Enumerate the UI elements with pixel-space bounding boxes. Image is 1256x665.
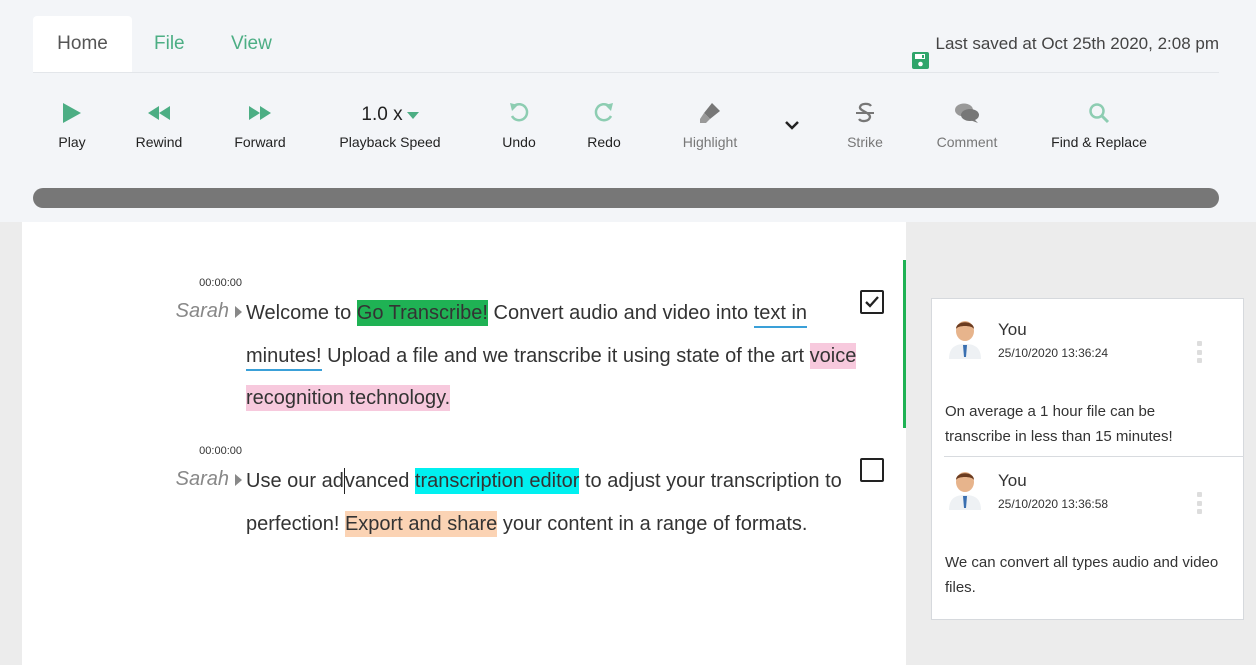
text-span: Convert audio and video into xyxy=(487,302,754,324)
comment-author: You xyxy=(998,320,1027,339)
play-icon xyxy=(62,102,82,129)
rewind-icon xyxy=(147,105,171,126)
segment-checkbox[interactable] xyxy=(860,290,884,314)
caret-down-icon xyxy=(406,111,419,119)
transcript-editor[interactable]: 00:00:00 Sarah Welcome to Go Transcribe!… xyxy=(22,222,906,665)
find-replace-button[interactable]: Find & Replace xyxy=(1046,100,1152,162)
comment-text: We can convert all types audio and video… xyxy=(945,554,1219,596)
text-span: Upload a file and we transcribe it using… xyxy=(321,344,810,367)
segment-timestamp: 00:00:00 xyxy=(199,277,242,289)
segment-timestamp: 00:00:00 xyxy=(199,445,242,457)
highlighted-text: transcription editor xyxy=(414,468,580,494)
redo-button[interactable]: Redo xyxy=(582,100,626,162)
save-status: Last saved at Oct 25th 2020, 2:08 pm xyxy=(912,16,1219,72)
redo-icon xyxy=(592,101,616,130)
segment-checkbox[interactable] xyxy=(860,458,884,482)
highlight-label: Highlight xyxy=(682,134,738,150)
comment-icon xyxy=(954,102,980,129)
speaker-name: Sarah xyxy=(175,300,229,322)
avatar xyxy=(946,317,984,359)
comment-menu-icon[interactable] xyxy=(1197,341,1203,363)
comment-author: You xyxy=(998,471,1027,490)
audio-progress-bar[interactable] xyxy=(33,188,1219,208)
highlighted-text: Go Transcribe! xyxy=(356,300,488,326)
undo-icon xyxy=(507,101,531,130)
speaker-name: Sarah xyxy=(175,468,229,490)
strike-label: Strike xyxy=(847,134,883,150)
playback-speed-value: 1.0 x xyxy=(361,104,403,125)
forward-button[interactable]: Forward xyxy=(228,100,292,162)
tab-bar: Home File View Last saved at Oct 25th 20… xyxy=(33,16,1219,73)
play-segment-icon[interactable] xyxy=(235,305,242,318)
segment-text[interactable]: Welcome to Go Transcribe! Convert audio … xyxy=(246,292,866,420)
comment-date: 25/10/2020 13:36:24 xyxy=(998,346,1109,360)
playback-speed-label: Playback Speed xyxy=(339,134,441,150)
rewind-label: Rewind xyxy=(135,134,183,150)
redo-label: Redo xyxy=(587,134,621,150)
strike-button[interactable]: Strike xyxy=(843,100,887,162)
checkmark-icon xyxy=(865,296,879,308)
tab-view[interactable]: View xyxy=(231,16,272,72)
forward-label: Forward xyxy=(234,134,286,150)
tab-home[interactable]: Home xyxy=(33,16,132,72)
more-dropdown-button[interactable] xyxy=(780,118,804,142)
undo-label: Undo xyxy=(502,134,536,150)
undo-button[interactable]: Undo xyxy=(497,100,541,162)
comment-button[interactable]: Comment xyxy=(932,100,1002,162)
last-saved-text: Last saved at Oct 25th 2020, 2:08 pm xyxy=(935,34,1219,53)
toolbar-area: Home File View Last saved at Oct 25th 20… xyxy=(0,0,1256,222)
speaker-label[interactable]: Sarah xyxy=(122,300,242,323)
forward-icon xyxy=(248,105,272,126)
highlighted-text: Export and share xyxy=(344,510,498,537)
active-segment-indicator xyxy=(903,260,906,428)
avatar xyxy=(946,468,984,510)
comment-text: On average a 1 hour file can be transcri… xyxy=(945,403,1173,445)
comment-date: 25/10/2020 13:36:58 xyxy=(998,497,1109,511)
highlight-button[interactable]: Highlight xyxy=(676,100,744,162)
playback-speed-dropdown[interactable]: 1.0 x Playback Speed xyxy=(332,100,448,162)
strikethrough-icon xyxy=(854,101,876,130)
play-label: Play xyxy=(58,134,86,150)
text-cursor: vanced xyxy=(343,468,415,494)
comment-menu-icon[interactable] xyxy=(1197,492,1203,514)
text-span: Use our ad xyxy=(246,470,344,492)
play-button[interactable]: Play xyxy=(50,100,94,162)
rewind-button[interactable]: Rewind xyxy=(131,100,187,162)
speaker-label[interactable]: Sarah xyxy=(122,468,242,491)
search-icon xyxy=(1088,102,1110,129)
comment-label: Comment xyxy=(936,134,998,150)
chevron-down-icon xyxy=(784,118,800,135)
find-replace-label: Find & Replace xyxy=(1051,134,1147,150)
save-icon xyxy=(912,36,930,69)
comments-panel: You 25/10/2020 13:36:24 On average a 1 h… xyxy=(931,298,1244,620)
text-span: your content in a range of formats. xyxy=(497,512,808,535)
segment-text[interactable]: Use our advanced transcription editor to… xyxy=(246,460,866,545)
comment-divider xyxy=(944,456,1244,457)
play-segment-icon[interactable] xyxy=(235,473,242,486)
highlighter-icon xyxy=(698,101,722,130)
text-span: Welcome to xyxy=(246,302,357,324)
tab-file[interactable]: File xyxy=(154,16,185,72)
